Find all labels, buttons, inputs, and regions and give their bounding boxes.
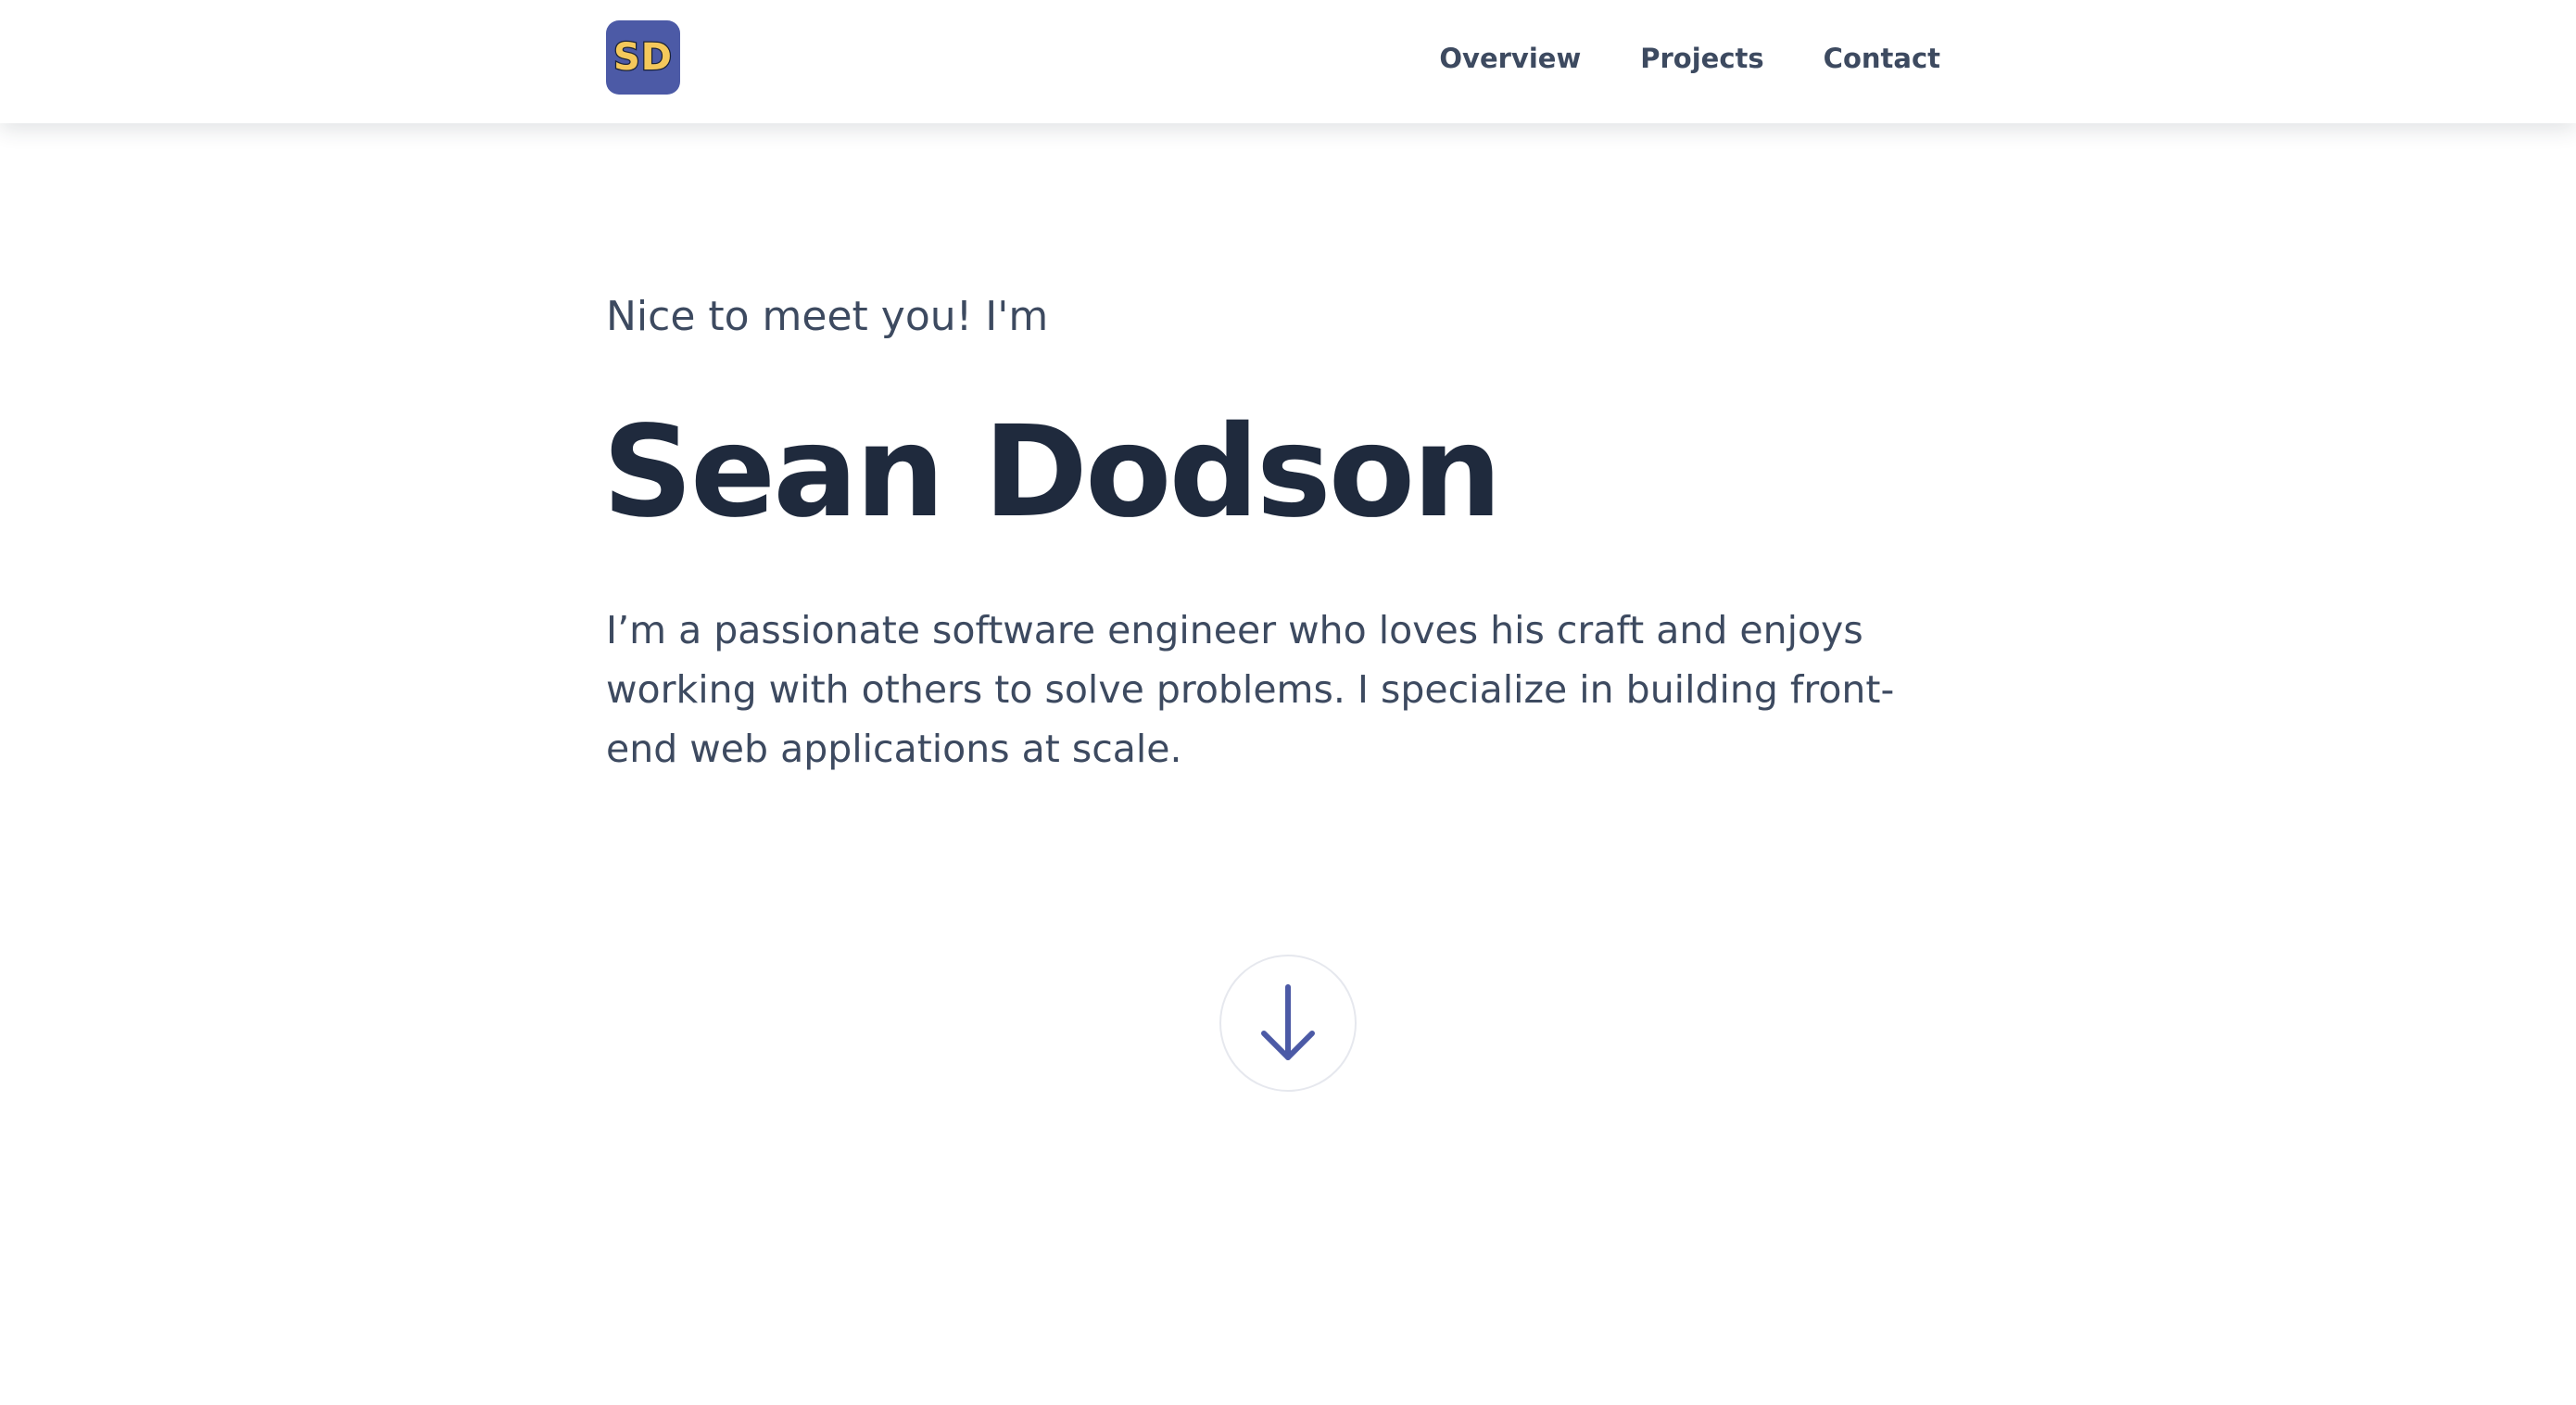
logo-text: SD	[612, 36, 674, 79]
site-header: SD Overview Projects Contact	[0, 0, 2576, 123]
main-nav: Overview Projects Contact	[1439, 0, 1940, 116]
nav-link-contact[interactable]: Contact	[1824, 43, 1940, 74]
arrow-down-icon	[1258, 983, 1318, 1063]
scroll-down-button[interactable]	[1219, 955, 1357, 1092]
nav-link-overview[interactable]: Overview	[1439, 43, 1581, 74]
nav-link-projects[interactable]: Projects	[1640, 43, 1763, 74]
logo[interactable]: SD	[606, 20, 680, 95]
hero-bio: I’m a passionate software engineer who l…	[606, 608, 1895, 771]
hero-greeting: Nice to meet you! I'm	[606, 293, 1049, 340]
hero-name: Sean Dodson	[602, 399, 1502, 546]
